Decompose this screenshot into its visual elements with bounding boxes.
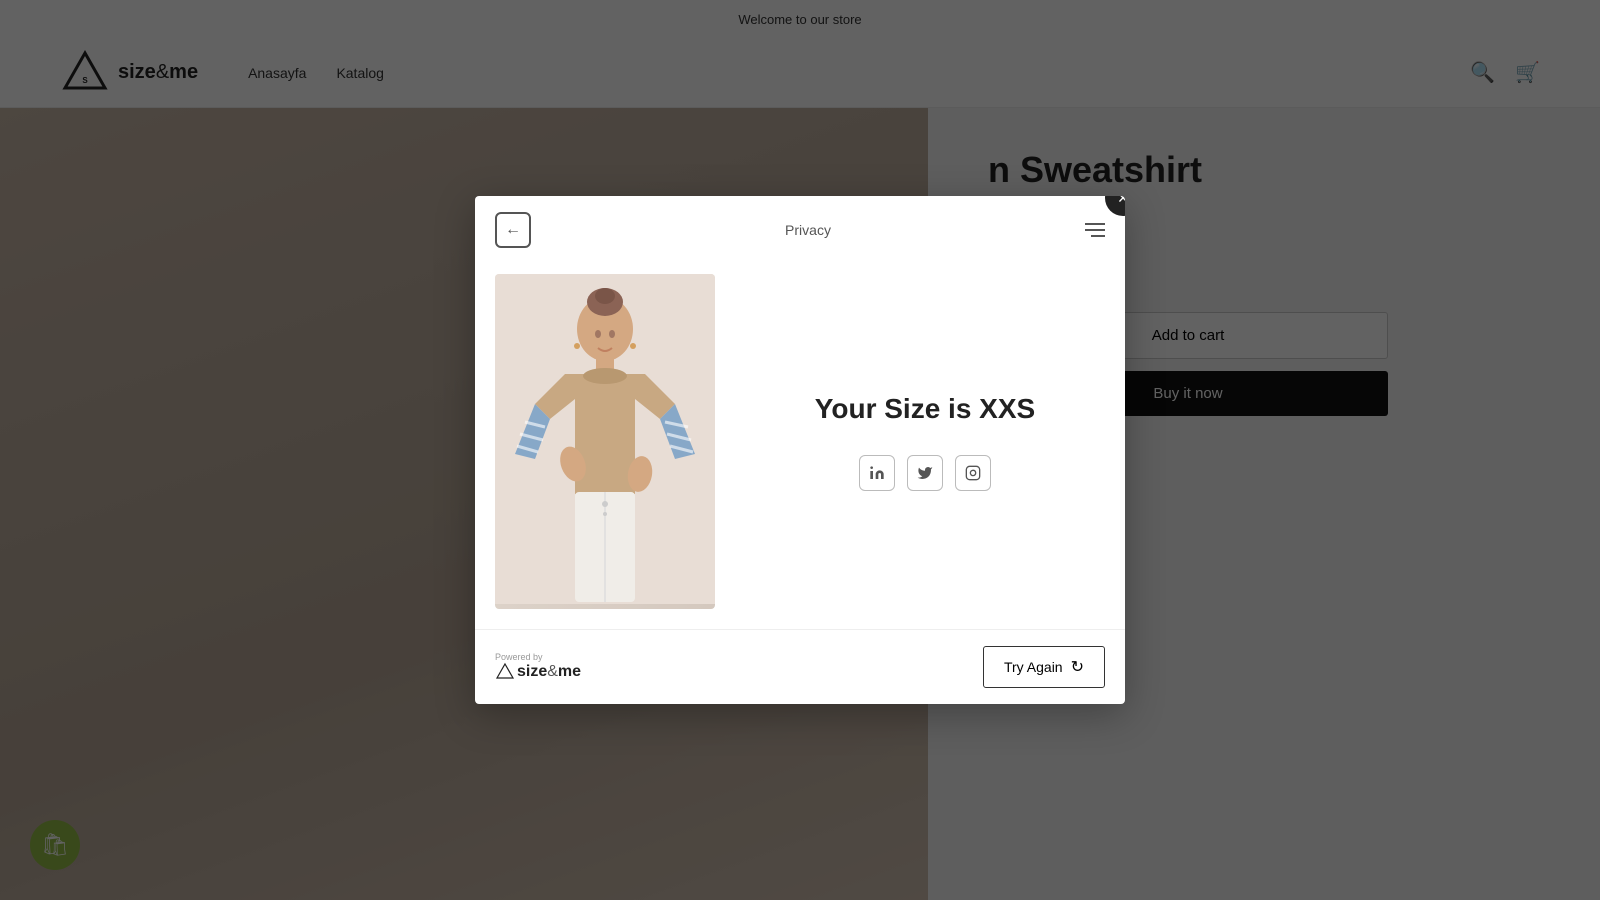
modal-product-image bbox=[495, 274, 715, 609]
modal-footer: Powered by size&me Try Again ↻ bbox=[475, 629, 1125, 704]
refresh-icon: ↻ bbox=[1071, 657, 1084, 677]
social-icons bbox=[859, 455, 991, 491]
instagram-icon[interactable] bbox=[955, 455, 991, 491]
modal-header: ← Privacy bbox=[475, 196, 1125, 264]
footer-logo-icon bbox=[495, 662, 515, 682]
modal-body: Your Size is XXS bbox=[475, 264, 1125, 629]
powered-by-logo: size&me bbox=[495, 662, 581, 682]
linkedin-icon[interactable] bbox=[859, 455, 895, 491]
try-again-label: Try Again bbox=[1004, 659, 1063, 675]
size-result-title: Your Size is XXS bbox=[815, 393, 1035, 425]
back-icon: ← bbox=[505, 221, 521, 239]
powered-by-text: Powered by bbox=[495, 652, 543, 662]
try-again-button[interactable]: Try Again ↻ bbox=[983, 646, 1105, 688]
menu-line-2 bbox=[1085, 229, 1105, 231]
size-modal: × ← Privacy bbox=[475, 196, 1125, 704]
size-result-area: Your Size is XXS bbox=[745, 274, 1105, 609]
modal-header-title: Privacy bbox=[785, 222, 831, 238]
footer-brand-name: size&me bbox=[517, 663, 581, 681]
menu-line-1 bbox=[1085, 223, 1105, 225]
modal-overlay: × ← Privacy bbox=[0, 0, 1600, 900]
menu-button[interactable] bbox=[1085, 223, 1105, 237]
twitter-icon[interactable] bbox=[907, 455, 943, 491]
powered-by: Powered by size&me bbox=[495, 652, 581, 682]
back-button[interactable]: ← bbox=[495, 212, 531, 248]
model-illustration bbox=[495, 274, 715, 604]
menu-line-3 bbox=[1091, 235, 1105, 237]
